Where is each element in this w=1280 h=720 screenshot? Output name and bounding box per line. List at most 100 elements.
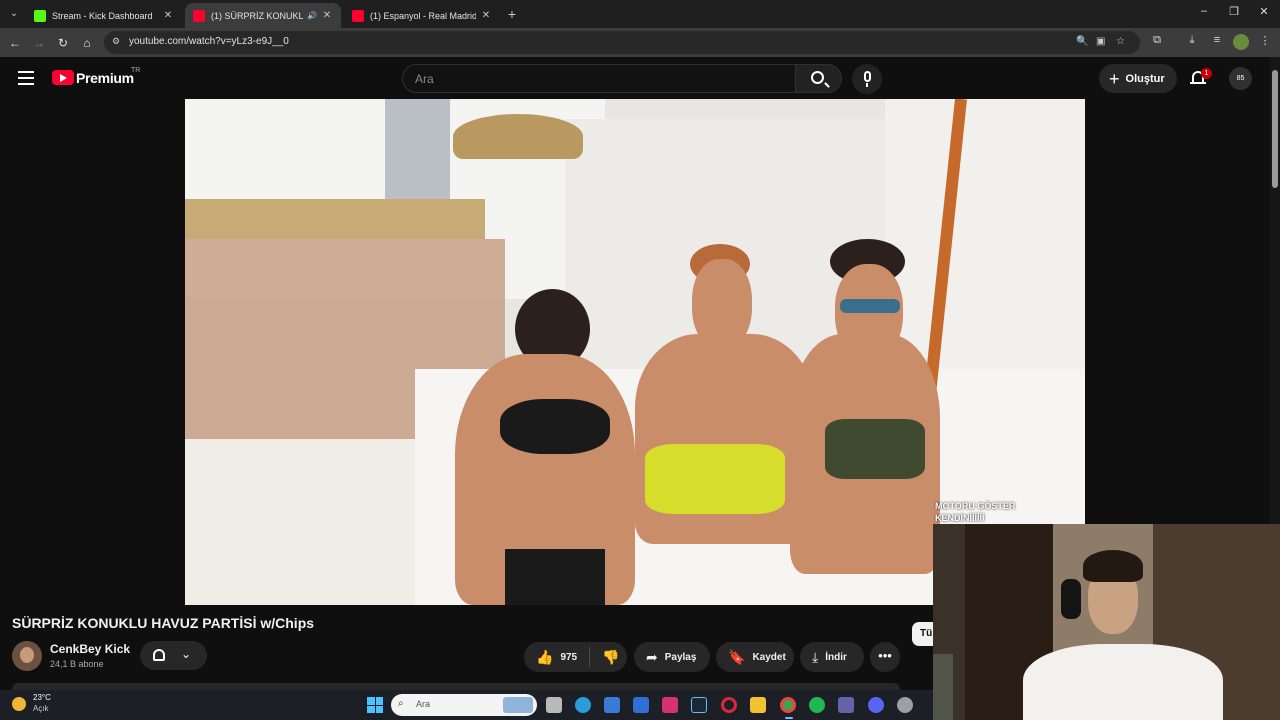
home-icon[interactable]: ⌂ xyxy=(78,34,96,52)
search-highlight-image xyxy=(503,697,533,713)
tab-title: (1) SÜRPRİZ KONUKLU HAV xyxy=(211,10,304,21)
back-arrow-icon[interactable]: ← xyxy=(6,34,24,52)
chrome-icon[interactable] xyxy=(780,697,796,713)
cast-icon[interactable]: ▣ xyxy=(1096,36,1105,47)
edge-browser-icon[interactable] xyxy=(575,697,591,713)
download-icon: ⤓ xyxy=(812,648,819,665)
share-button[interactable]: ➦ Paylaş xyxy=(634,642,710,672)
youtube-icon xyxy=(352,9,364,22)
new-tab-plus-icon[interactable]: + xyxy=(504,6,520,22)
youtube-masthead: Premium TR Ara + Oluştur 1 85 xyxy=(0,57,1270,99)
tab-kick-dashboard[interactable]: Stream - Kick Dashboard ✕ xyxy=(26,3,182,28)
forward-arrow-icon[interactable]: → xyxy=(30,34,48,52)
mail-icon[interactable] xyxy=(633,697,649,713)
youtube-premium-logo-text[interactable]: Premium xyxy=(76,70,134,86)
teams-icon[interactable] xyxy=(838,697,854,713)
discord-icon[interactable] xyxy=(868,697,884,713)
thumbs-up-icon[interactable]: 👍 xyxy=(536,649,553,666)
video-title: SÜRPRİZ KONUKLU HAVUZ PARTİSİ w/Chips xyxy=(12,615,315,631)
channel-avatar[interactable] xyxy=(12,641,42,671)
site-info-icon[interactable]: ⚙ xyxy=(112,36,120,47)
voice-search-button[interactable] xyxy=(852,64,882,94)
weather-temperature[interactable]: 23°C xyxy=(33,693,51,702)
webcam-overlay xyxy=(933,524,1280,720)
more-actions-icon[interactable]: ••• xyxy=(870,642,900,672)
address-bar[interactable]: ⚙ youtube.com/watch?v=yLz3-e9J__0 🔍 ▣ ☆ xyxy=(104,31,1140,54)
close-icon[interactable]: ✕ xyxy=(480,10,492,21)
tab-search-chevron-icon[interactable]: ⌄ xyxy=(6,6,22,22)
spotify-icon[interactable] xyxy=(809,697,825,713)
share-label: Paylaş xyxy=(664,651,697,663)
restore-icon[interactable]: ❐ xyxy=(1224,5,1244,18)
tab-title: (1) Espanyol - Real Madrid - M xyxy=(370,10,476,21)
app-settings-icon[interactable] xyxy=(897,697,913,713)
country-code: TR xyxy=(131,67,141,74)
bookmark-icon: 🔖 xyxy=(728,648,746,665)
weather-description[interactable]: Açık xyxy=(33,704,49,713)
taskbar-search-placeholder: Ara xyxy=(416,699,431,709)
chevron-down-icon: ⌄ xyxy=(181,647,192,661)
tab-title: Stream - Kick Dashboard xyxy=(52,10,153,21)
plus-icon: + xyxy=(1109,68,1120,89)
browser-tab-strip: ⌄ Stream - Kick Dashboard ✕ (1) SÜRPRİZ … xyxy=(0,0,1280,28)
thumbs-down-icon[interactable]: 👎 xyxy=(602,649,619,666)
downloads-icon[interactable]: ⤓ xyxy=(1183,34,1201,47)
save-label: Kaydet xyxy=(752,651,786,663)
share-arrow-icon: ➦ xyxy=(646,648,658,665)
description-box[interactable] xyxy=(12,683,900,690)
bookmark-star-icon[interactable]: ☆ xyxy=(1116,36,1125,47)
media-queue-icon[interactable]: ≡ xyxy=(1208,34,1226,46)
kick-icon xyxy=(34,9,46,22)
tab-current-video[interactable]: (1) SÜRPRİZ KONUKLU HAV 🔊 ✕ xyxy=(185,3,341,28)
youtube-icon xyxy=(193,9,205,22)
minimize-icon[interactable]: – xyxy=(1194,5,1214,17)
window-close-icon[interactable]: ✕ xyxy=(1254,5,1274,18)
create-button[interactable]: + Oluştur xyxy=(1099,64,1177,93)
search-input[interactable]: Ara xyxy=(402,64,796,93)
instagram-icon[interactable] xyxy=(662,697,678,713)
zoom-icon[interactable]: 🔍 xyxy=(1076,36,1088,47)
steam-icon[interactable] xyxy=(691,697,707,713)
search-icon xyxy=(811,71,824,84)
tab-espanyol-real-madrid[interactable]: (1) Espanyol - Real Madrid - M ✕ xyxy=(344,3,500,28)
store-icon[interactable] xyxy=(604,697,620,713)
extensions-puzzle-icon[interactable]: ⧉ xyxy=(1148,34,1166,47)
weather-moon-icon[interactable] xyxy=(12,697,26,711)
url-text[interactable]: youtube.com/watch?v=yLz3-e9J__0 xyxy=(129,36,289,47)
download-label: İndir xyxy=(825,651,847,663)
reload-icon[interactable]: ↻ xyxy=(54,34,72,52)
profile-avatar[interactable] xyxy=(1233,34,1249,50)
browser-toolbar: ← → ↻ ⌂ ⚙ youtube.com/watch?v=yLz3-e9J__… xyxy=(0,28,1280,57)
subscriber-count: 24,1 B abone xyxy=(50,659,104,669)
close-icon[interactable]: ✕ xyxy=(321,10,333,21)
speaker-icon[interactable]: 🔊 xyxy=(307,11,317,20)
like-count[interactable]: 975 xyxy=(560,652,577,663)
windows-start-icon[interactable] xyxy=(367,697,383,713)
microphone-icon xyxy=(864,71,871,82)
youtube-logo-icon[interactable] xyxy=(52,70,74,85)
search-button[interactable] xyxy=(795,64,842,93)
stream-overlay-text: MOTORU GÖSTER KENDİNİİİİİİ xyxy=(935,501,1016,523)
kebab-menu-icon[interactable]: ⋮ xyxy=(1256,34,1274,47)
like-dislike-group: 👍 975 👎 xyxy=(524,642,627,672)
hamburger-menu-icon[interactable] xyxy=(18,71,34,85)
channel-name[interactable]: CenkBey Kick xyxy=(50,642,130,656)
scrollbar-thumb[interactable] xyxy=(1272,70,1278,188)
active-app-indicator xyxy=(785,717,793,719)
windows-taskbar: 23°C Açık ⌕ Ara xyxy=(0,690,933,720)
opera-icon[interactable] xyxy=(721,697,737,713)
create-label: Oluştur xyxy=(1125,72,1165,85)
taskbar-search-input[interactable]: ⌕ Ara xyxy=(391,694,537,716)
close-icon[interactable]: ✕ xyxy=(162,10,174,21)
save-button[interactable]: 🔖 Kaydet xyxy=(716,642,794,672)
screen: ⌄ Stream - Kick Dashboard ✕ (1) SÜRPRİZ … xyxy=(0,0,1280,720)
subscription-bell-button[interactable]: ⌄ xyxy=(140,641,207,670)
file-explorer-icon[interactable] xyxy=(750,697,766,713)
download-button[interactable]: ⤓ İndir xyxy=(800,642,864,672)
search-placeholder: Ara xyxy=(415,72,434,86)
notification-badge: 1 xyxy=(1201,68,1212,79)
search-icon: ⌕ xyxy=(398,698,404,709)
account-avatar[interactable]: 85 xyxy=(1229,67,1252,90)
bell-icon xyxy=(153,649,165,661)
task-view-icon[interactable] xyxy=(546,697,562,713)
